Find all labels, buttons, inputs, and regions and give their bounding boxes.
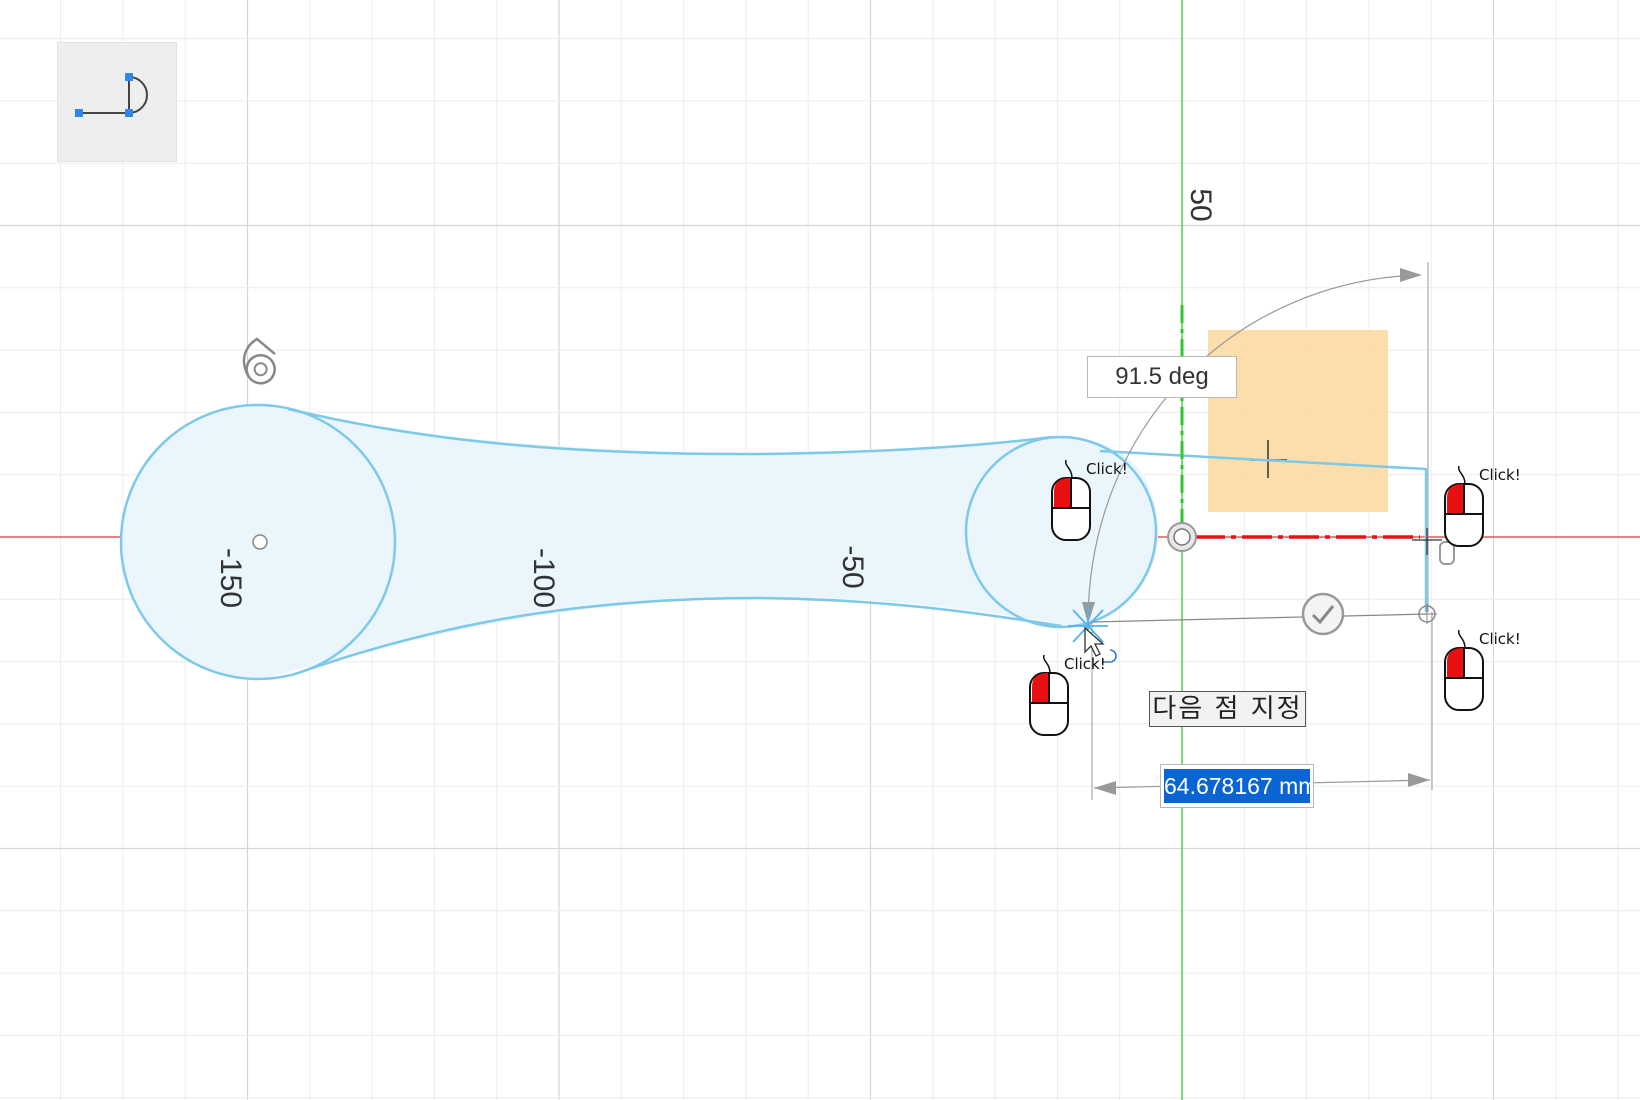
line-tool-button[interactable] — [57, 42, 177, 162]
axis-label-minus-50: -50 — [836, 545, 869, 588]
length-input-value[interactable]: 64.678167 mm — [1164, 769, 1310, 803]
mouse-click-hint: Click! — [1441, 630, 1551, 720]
confirm-check-button[interactable] — [1301, 592, 1345, 636]
next-point-prompt: 다음 점 지정 — [1149, 691, 1306, 727]
sketch-profile[interactable] — [119, 403, 1158, 681]
construction-line — [1091, 613, 1429, 623]
length-arrow-left — [1094, 781, 1116, 795]
mouse-click-label: Click! — [1086, 460, 1128, 478]
mouse-click-hint: Click! — [1026, 655, 1136, 745]
angle-arrow-top — [1400, 268, 1422, 282]
profile-fill — [122, 406, 1158, 680]
origin-point-inner — [1173, 528, 1191, 546]
axis-label-minus-150: -150 — [214, 548, 247, 608]
sketch-canvas[interactable]: -150 -100 -50 50 — [0, 0, 1640, 1100]
mouse-click-label: Click! — [1479, 630, 1521, 648]
mouse-click-hint: Click! — [1048, 460, 1158, 550]
axis-label-minus-100: -100 — [527, 548, 560, 608]
length-input[interactable]: 64.678167 mm — [1160, 764, 1314, 808]
large-circle-center[interactable] — [252, 534, 268, 550]
line-arc-icon — [75, 73, 148, 117]
end-point-cross-icon — [1417, 604, 1437, 624]
right-end-cross-icon — [1412, 528, 1442, 555]
angle-input[interactable]: 91.5 deg — [1087, 356, 1237, 398]
checkmark-icon — [1301, 592, 1345, 636]
length-arrow-right — [1408, 773, 1430, 787]
coincident-constraint-icon — [242, 337, 276, 385]
mouse-click-label: Click! — [1479, 466, 1521, 484]
mouse-click-hint: Click! — [1441, 466, 1551, 556]
axis-label-50: 50 — [1184, 188, 1217, 221]
mouse-click-label: Click! — [1064, 655, 1106, 673]
